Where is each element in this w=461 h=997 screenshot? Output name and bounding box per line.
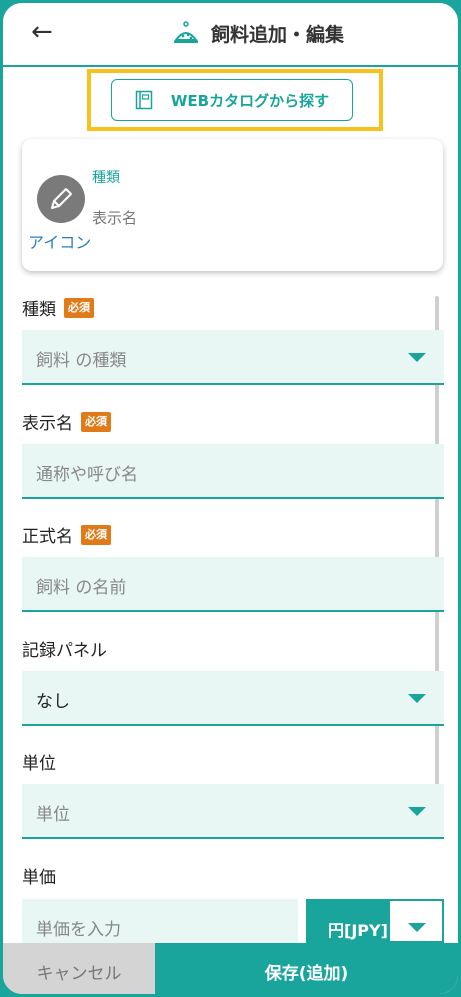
unit-select[interactable]: 単位 <box>22 784 444 839</box>
display-name-placeholder: 通称や呼び名 <box>36 465 138 485</box>
chevron-down-icon[interactable] <box>408 807 426 816</box>
feed-bowl-icon <box>174 21 198 43</box>
type-field-label-group: 種類 必須 <box>22 295 94 320</box>
required-badge: 必須 <box>64 297 94 318</box>
currency-label: 円[JPY] <box>328 921 388 940</box>
unit-placeholder: 単位 <box>36 805 70 825</box>
official-name-input[interactable]: 飼料 の名前 <box>22 557 444 612</box>
back-arrow-icon[interactable]: ← <box>31 17 53 47</box>
save-button[interactable]: 保存(追加) <box>155 943 458 994</box>
web-catalog-label: WEBカタログから探す <box>170 91 330 110</box>
display-name-label: 表示名 <box>22 414 73 434</box>
required-badge: 必須 <box>81 524 111 545</box>
book-icon <box>135 90 153 110</box>
type-field-label: 種類 <box>22 300 56 320</box>
unit-price-placeholder: 単価を入力 <box>36 920 121 940</box>
chevron-down-icon[interactable] <box>408 923 426 932</box>
type-placeholder: 飼料 の種類 <box>36 351 127 371</box>
record-panel-label-group: 記録パネル <box>22 636 107 661</box>
pencil-icon[interactable] <box>37 175 85 223</box>
footer-bar: キャンセル 保存(追加) <box>3 943 458 994</box>
unit-price-label-group: 単価 <box>22 863 56 888</box>
web-catalog-button[interactable]: WEBカタログから探す <box>111 79 353 121</box>
unit-label-group: 単位 <box>22 749 56 774</box>
title-group: 飼料追加・編集 <box>171 18 344 48</box>
official-name-label: 正式名 <box>22 527 73 547</box>
currency-select[interactable]: 円[JPY] <box>306 899 444 943</box>
card-icon-link[interactable]: アイコン <box>28 229 91 253</box>
required-badge: 必須 <box>81 411 111 432</box>
page-title: 飼料追加・編集 <box>211 23 345 46</box>
app-frame: ← 飼料追加・編集 WEBカタログから探す 種類 表示名 アイコン 種類 必須 … <box>0 0 461 997</box>
unit-price-input[interactable]: 単価を入力 <box>22 899 298 943</box>
card-name-label: 表示名 <box>92 209 138 227</box>
record-panel-select[interactable]: なし <box>22 671 444 726</box>
official-name-placeholder: 飼料 の名前 <box>36 578 127 598</box>
card-type-label: 種類 <box>92 170 120 186</box>
unit-label: 単位 <box>22 754 56 774</box>
record-panel-label: 記録パネル <box>22 641 107 661</box>
type-select[interactable]: 飼料 の種類 <box>22 330 444 385</box>
preview-card: 種類 表示名 アイコン <box>22 139 443 271</box>
chevron-down-icon[interactable] <box>408 353 426 362</box>
display-name-label-group: 表示名 必須 <box>22 409 111 434</box>
unit-price-label: 単価 <box>22 868 56 888</box>
app-header: ← 飼料追加・編集 <box>3 3 458 67</box>
cancel-button[interactable]: キャンセル <box>3 943 155 994</box>
record-panel-value: なし <box>36 692 70 712</box>
display-name-input[interactable]: 通称や呼び名 <box>22 444 444 499</box>
official-name-label-group: 正式名 必須 <box>22 522 111 547</box>
chevron-down-icon[interactable] <box>408 694 426 703</box>
